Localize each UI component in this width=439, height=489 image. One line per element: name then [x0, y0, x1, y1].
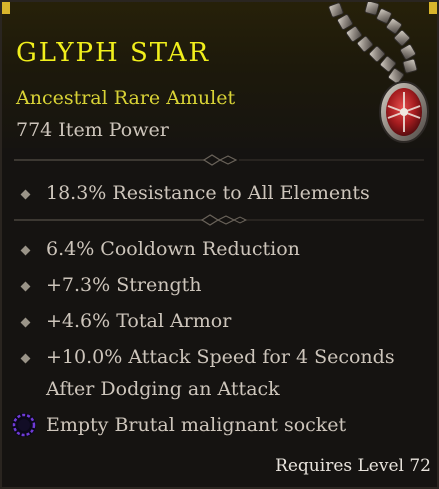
diamond-bullet-icon — [20, 189, 31, 200]
affix-text: +7.3% Strength — [46, 274, 202, 296]
section-divider — [14, 214, 424, 226]
affix-text: 18.3% Resistance to All Elements — [46, 182, 370, 204]
item-tooltip: GLYPH STAR Ancestral Rare Amulet 774 Ite… — [0, 0, 439, 489]
affix-text-line-2: After Dodging an Attack — [46, 378, 280, 400]
affix-text: +4.6% Total Armor — [46, 310, 232, 332]
affix-text: 6.4% Cooldown Reduction — [46, 238, 300, 260]
diamond-bullet-icon — [20, 317, 31, 328]
level-requirement: Requires Level 72 — [275, 456, 431, 476]
socket-row: Empty Brutal malignant socket — [0, 408, 439, 442]
frame-corner-left — [0, 0, 10, 14]
item-type: Ancestral Rare Amulet — [16, 87, 236, 109]
diamond-bullet-icon — [20, 245, 31, 256]
item-name: GLYPH STAR — [16, 38, 211, 68]
section-divider — [14, 154, 424, 166]
amulet-icon — [328, 0, 429, 143]
affix-text-line-1: +10.0% Attack Speed for 4 Seconds — [46, 346, 395, 368]
malignant-socket-icon — [12, 413, 36, 437]
diamond-bullet-icon — [20, 281, 31, 292]
item-power: 774 Item Power — [16, 119, 169, 141]
diamond-bullet-icon — [20, 353, 31, 364]
socket-text: Empty Brutal malignant socket — [46, 414, 347, 436]
